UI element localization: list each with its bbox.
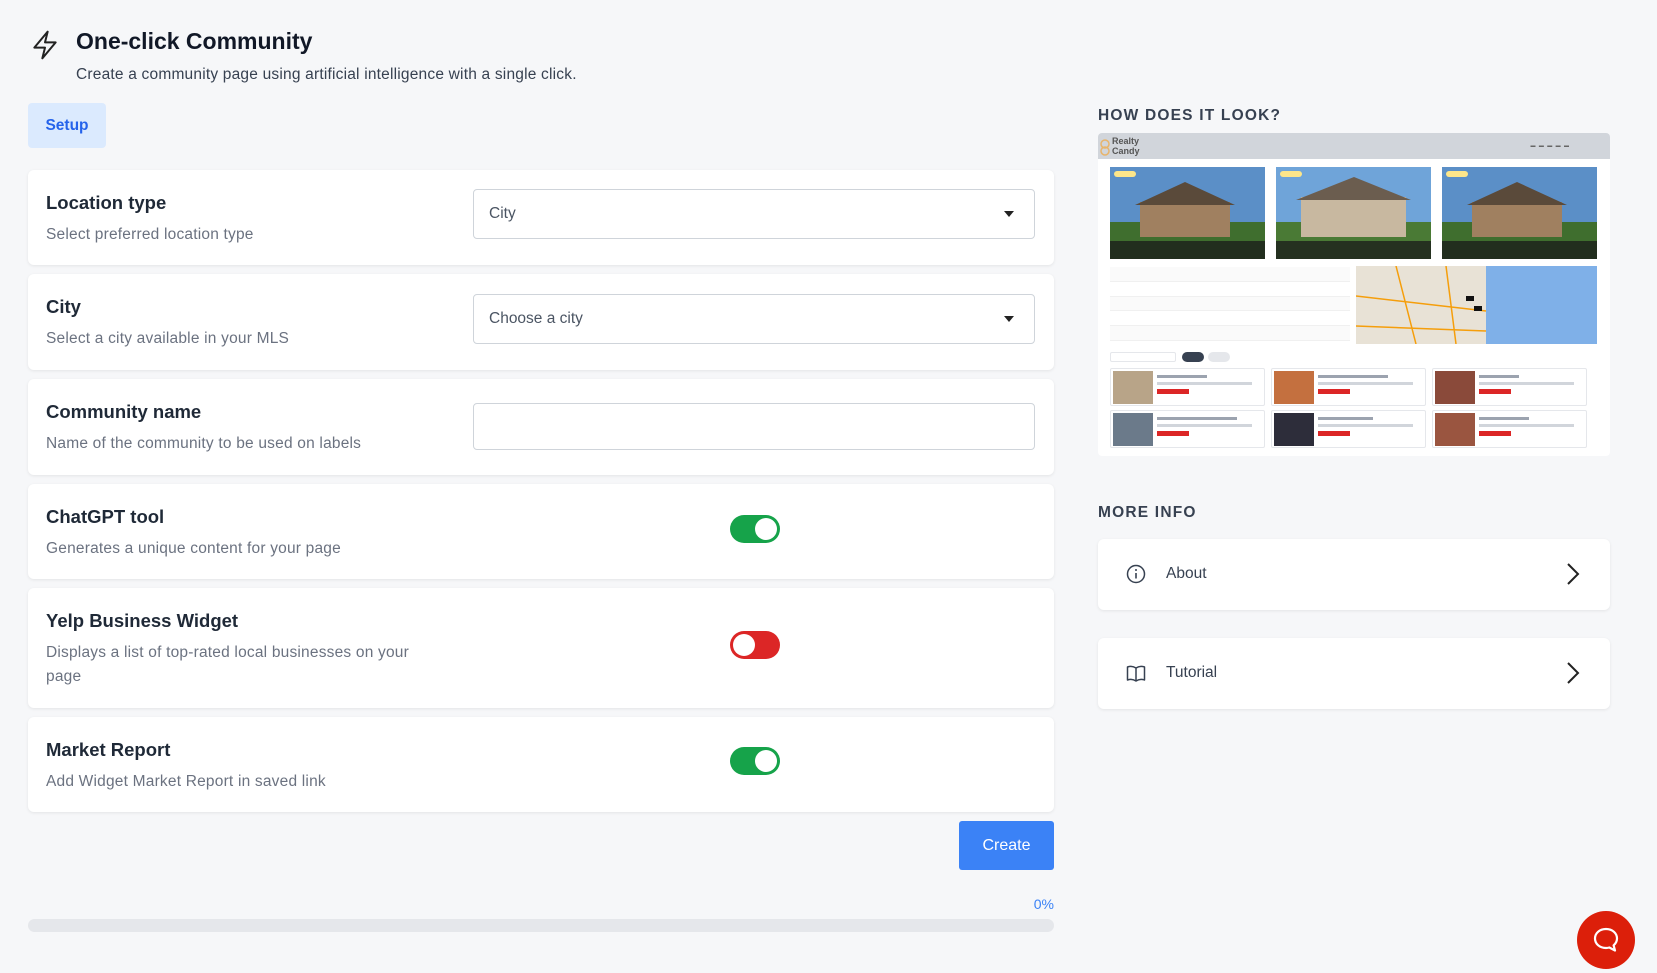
preview-navbar: Realty Candy ▬ ▬ ▬ ▬ ▬ [1098,133,1610,159]
preview-image: Realty Candy ▬ ▬ ▬ ▬ ▬ [1098,133,1610,456]
caret-down-icon [1004,316,1014,322]
city-select[interactable]: Choose a city [473,294,1035,344]
location-type-select[interactable]: City [473,189,1035,239]
house-photo-2 [1276,167,1431,259]
yelp-widget-title: Yelp Business Widget [46,610,239,631]
tab-setup[interactable]: Setup [28,103,106,148]
city-placeholder: Choose a city [489,310,583,327]
progress-bar [28,919,1054,932]
market-report-description: Add Widget Market Report in saved link [46,773,326,790]
toggle-knob [755,750,777,772]
progress-percent: 0% [1033,896,1054,912]
preview-business-card [1271,368,1426,406]
preview-logo: Realty Candy [1100,136,1152,156]
preview-business-card [1110,410,1265,448]
location-type-title: Location type [46,192,167,213]
info-circle-icon [1126,564,1146,584]
location-type-value: City [489,205,516,222]
house-photo-1 [1110,167,1265,259]
page-subtitle: Create a community page using artificial… [76,66,577,83]
house-photo-3 [1442,167,1597,259]
preview-stats-row [1110,326,1350,341]
chatgpt-tool-card: ChatGPT tool Generates a unique content … [28,484,1054,579]
preview-business-card [1110,368,1265,406]
create-button[interactable]: Create [959,821,1054,870]
community-name-card: Community name Name of the community to … [28,379,1054,475]
location-type-card: Location type Select preferred location … [28,170,1054,265]
yelp-widget-toggle[interactable] [730,631,780,659]
page-header: One-click Community Create a community p… [29,26,577,84]
preview-business-card [1432,368,1587,406]
chatgpt-tool-title: ChatGPT tool [46,506,165,527]
city-description: Select a city available in your MLS [46,330,290,347]
preview-business-card [1432,410,1587,448]
preview-stats-row [1110,311,1350,327]
preview-stats-row [1110,296,1350,312]
preview-brand: Realty Candy [1112,136,1140,156]
candy-logo-icon [1100,139,1110,156]
preview-heading: HOW DOES IT LOOK? [1098,107,1282,124]
page-title: One-click Community [76,28,313,54]
about-link[interactable]: About [1098,539,1610,610]
market-report-toggle[interactable] [730,747,780,775]
book-icon [1126,665,1146,682]
preview-map [1356,266,1597,344]
chat-support-button[interactable] [1577,911,1635,969]
preview-nav-links: ▬ ▬ ▬ ▬ ▬ [1530,143,1570,149]
more-info-heading: MORE INFO [1098,504,1197,521]
preview-stats-row [1110,282,1350,297]
tutorial-label: Tutorial [1166,664,1218,681]
community-name-description: Name of the community to be used on labe… [46,435,362,452]
chevron-right-icon [1567,563,1580,585]
market-report-title: Market Report [46,739,171,760]
toggle-knob [733,634,755,656]
chat-bubble-icon [1593,927,1619,952]
toggle-knob [755,518,777,540]
community-name-input[interactable] [473,403,1035,450]
chevron-right-icon [1567,662,1580,684]
preview-stats-row [1110,267,1350,282]
caret-down-icon [1004,211,1014,217]
chatgpt-tool-toggle[interactable] [730,515,780,543]
city-title: City [46,296,81,317]
about-label: About [1166,565,1207,582]
tutorial-link[interactable]: Tutorial [1098,638,1610,709]
lightning-bolt-icon [33,30,57,60]
market-report-card: Market Report Add Widget Market Report i… [28,717,1054,812]
yelp-widget-description: Displays a list of top-rated local busin… [46,644,409,685]
yelp-widget-card: Yelp Business Widget Displays a list of … [28,588,1054,708]
preview-business-card [1271,410,1426,448]
preview-stats-table [1110,267,1350,341]
community-name-title: Community name [46,401,202,422]
city-card: City Select a city available in your MLS… [28,274,1054,370]
chatgpt-tool-description: Generates a unique content for your page [46,540,341,557]
location-type-description: Select preferred location type [46,226,254,243]
